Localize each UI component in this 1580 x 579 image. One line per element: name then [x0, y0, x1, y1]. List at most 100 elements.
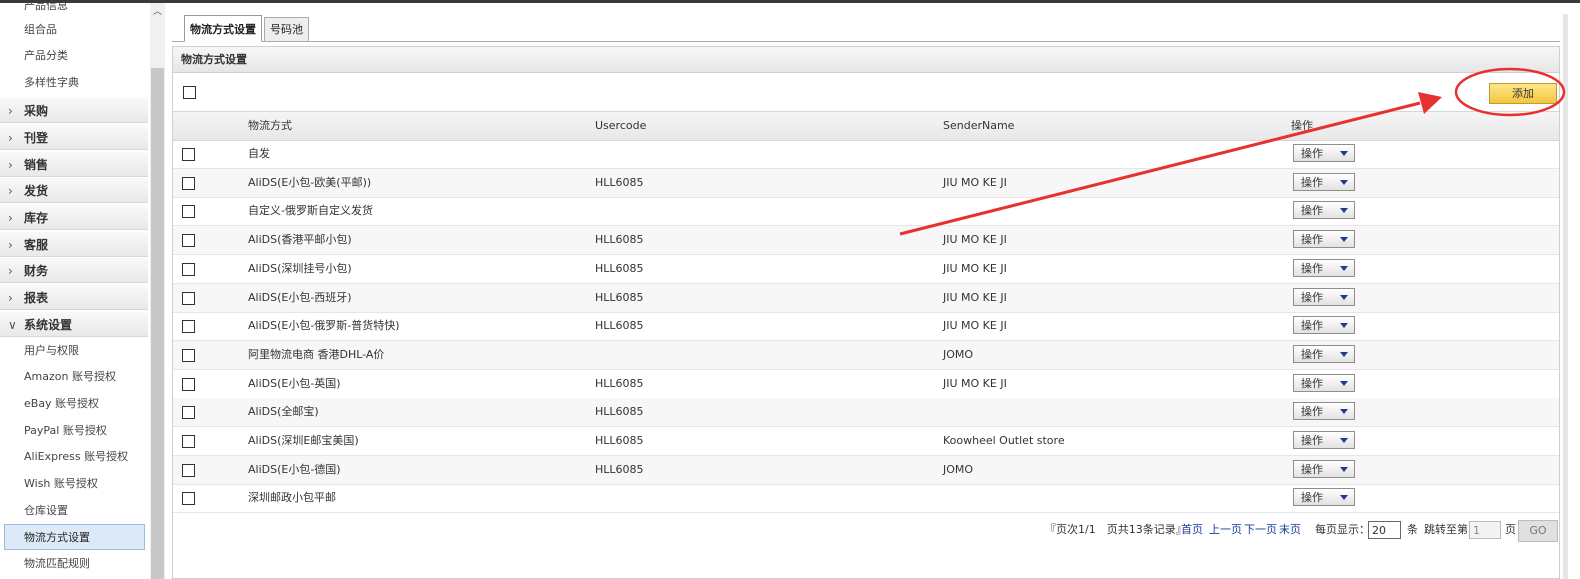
- sidebar-category[interactable]: › 客服: [0, 231, 148, 257]
- cell-method: 深圳邮政小包平邮: [248, 491, 336, 505]
- row-checkbox[interactable]: [182, 463, 195, 477]
- sidebar-subitem[interactable]: PayPal 账号授权: [0, 418, 148, 444]
- sidebar-category[interactable]: › 报表: [0, 284, 148, 310]
- jump-label: 跳转至第: [1424, 523, 1468, 536]
- sidebar-category[interactable]: › 销售: [0, 151, 148, 177]
- cell-method: AliDS(全邮宝): [248, 405, 319, 419]
- action-dropdown[interactable]: 操作: [1293, 344, 1355, 363]
- action-label: 操作: [1301, 261, 1323, 275]
- pager-prev[interactable]: 上一页: [1209, 517, 1242, 543]
- action-dropdown[interactable]: 操作: [1293, 172, 1355, 191]
- row-checkbox[interactable]: [182, 406, 195, 420]
- sidebar-subitem[interactable]: Amazon 账号授权: [0, 364, 148, 390]
- logistics-panel: 物流方式设置 添加 物流方式 Usercode SenderName 操作 自发…: [172, 46, 1560, 579]
- sidebar-subitem[interactable]: 产品分类: [0, 43, 148, 69]
- sidebar-subitem[interactable]: 物流方式设置: [4, 524, 145, 550]
- action-label: 操作: [1301, 233, 1323, 247]
- action-label: 操作: [1301, 204, 1323, 218]
- action-dropdown[interactable]: 操作: [1293, 402, 1355, 421]
- row-checkbox[interactable]: [182, 262, 195, 276]
- row-checkbox[interactable]: [182, 291, 195, 305]
- sidebar-category[interactable]: › 发货: [0, 177, 148, 203]
- chevron-right-icon: ›: [8, 158, 13, 172]
- caret-down-icon: [1340, 495, 1348, 501]
- pager-first[interactable]: 首页: [1181, 517, 1203, 543]
- action-dropdown[interactable]: 操作: [1293, 459, 1355, 478]
- sidebar-item-label: AliExpress 账号授权: [24, 450, 129, 463]
- sidebar-category[interactable]: ∨ 系统设置: [0, 311, 148, 337]
- row-checkbox[interactable]: [182, 234, 195, 248]
- pager-last[interactable]: 末页: [1279, 517, 1301, 543]
- sidebar-subitem[interactable]: AliExpress 账号授权: [0, 444, 148, 470]
- sidebar-scrollbar[interactable]: ︿: [150, 3, 165, 579]
- cell-method: AliDS(E小包-西班牙): [248, 290, 352, 304]
- cell-sendername: JIU MO KE JI: [943, 233, 1007, 247]
- row-checkbox[interactable]: [182, 348, 195, 362]
- cell-sendername: JIU MO KE JI: [943, 376, 1007, 390]
- sidebar-subitem[interactable]: 物流匹配规则: [0, 551, 148, 577]
- row-checkbox[interactable]: [182, 176, 195, 190]
- tab-logistics-settings[interactable]: 物流方式设置: [184, 15, 262, 42]
- table-row: AliDS(E小包-英国) HLL6085 JIU MO KE JI 操作: [173, 370, 1559, 399]
- jump-page-input[interactable]: 1: [1469, 521, 1501, 539]
- table-row: 深圳邮政小包平邮 操作: [173, 484, 1559, 514]
- action-dropdown[interactable]: 操作: [1293, 316, 1355, 335]
- row-checkbox[interactable]: [182, 492, 195, 506]
- row-checkbox[interactable]: [182, 377, 195, 391]
- caret-down-icon: [1340, 466, 1348, 472]
- sidebar-item-label: 产品信息: [24, 3, 68, 12]
- go-button[interactable]: GO: [1518, 520, 1558, 542]
- pager-next[interactable]: 下一页: [1244, 517, 1277, 543]
- cell-usercode: HLL6085: [595, 175, 644, 189]
- action-dropdown[interactable]: 操作: [1293, 431, 1355, 449]
- tab-number-pool[interactable]: 号码池: [264, 17, 309, 41]
- sidebar-item-label: 仓库设置: [24, 504, 68, 517]
- main-scrollbar[interactable]: [1563, 14, 1568, 579]
- sidebar-category[interactable]: › 采购: [0, 97, 148, 123]
- header-usercode: Usercode: [595, 119, 647, 132]
- action-dropdown[interactable]: 操作: [1293, 488, 1355, 507]
- sidebar-item-label: Amazon 账号授权: [24, 370, 116, 383]
- per-page-input[interactable]: 20: [1368, 521, 1401, 539]
- action-dropdown[interactable]: 操作: [1293, 201, 1355, 220]
- chevron-right-icon: ›: [8, 104, 13, 118]
- cell-usercode: HLL6085: [595, 233, 644, 247]
- cell-method: 自定义-俄罗斯自定义发货: [248, 204, 373, 218]
- row-checkbox[interactable]: [182, 205, 195, 219]
- sidebar-item-label: eBay 账号授权: [24, 397, 100, 410]
- jump-page-unit: 页: [1505, 523, 1516, 536]
- sidebar-subitem[interactable]: eBay 账号授权: [0, 391, 148, 417]
- sidebar-subitem[interactable]: 仓库设置: [0, 498, 148, 524]
- sidebar-subitem[interactable]: 多样性字典: [0, 70, 148, 96]
- scroll-up-icon[interactable]: ︿: [150, 3, 165, 21]
- cell-usercode: HLL6085: [595, 434, 644, 447]
- sidebar-category[interactable]: › 刊登: [0, 124, 148, 150]
- row-checkbox[interactable]: [182, 148, 195, 161]
- action-dropdown[interactable]: 操作: [1293, 373, 1355, 392]
- header-sendername: SenderName: [943, 119, 1015, 132]
- scrollbar-thumb[interactable]: [151, 68, 164, 579]
- sidebar-subitem[interactable]: 组合品: [0, 17, 148, 43]
- row-checkbox[interactable]: [182, 435, 195, 448]
- action-dropdown[interactable]: 操作: [1293, 230, 1355, 249]
- caret-down-icon: [1340, 351, 1348, 357]
- sidebar-category[interactable]: › 财务: [0, 257, 148, 283]
- cell-method: AliDS(E小包-俄罗斯-普货特快): [248, 319, 400, 333]
- row-checkbox[interactable]: [182, 320, 195, 334]
- sidebar-item-label: 库存: [24, 211, 49, 225]
- table-row: 阿里物流电商 香港DHL-A价 JOMO 操作: [173, 340, 1559, 370]
- action-dropdown[interactable]: 操作: [1293, 258, 1355, 277]
- pagination: 『页次1/1 页共13条记录』 首页 上一页 下一页 末页 每页显示： 20 条…: [173, 517, 1559, 543]
- action-label: 操作: [1301, 147, 1323, 160]
- cell-sendername: JIU MO KE JI: [943, 319, 1007, 333]
- sidebar-subitem[interactable]: 用户与权限: [0, 338, 148, 364]
- action-dropdown[interactable]: 操作: [1293, 144, 1355, 162]
- caret-down-icon: [1340, 438, 1348, 443]
- sidebar-item-label: 产品分类: [24, 49, 68, 62]
- select-all-checkbox[interactable]: [183, 86, 196, 99]
- sidebar-subitem[interactable]: Wish 账号授权: [0, 471, 148, 497]
- action-dropdown[interactable]: 操作: [1293, 287, 1355, 306]
- cell-sendername: Koowheel Outlet store: [943, 434, 1065, 447]
- sidebar-category[interactable]: › 库存: [0, 204, 148, 230]
- add-button[interactable]: 添加: [1489, 83, 1557, 104]
